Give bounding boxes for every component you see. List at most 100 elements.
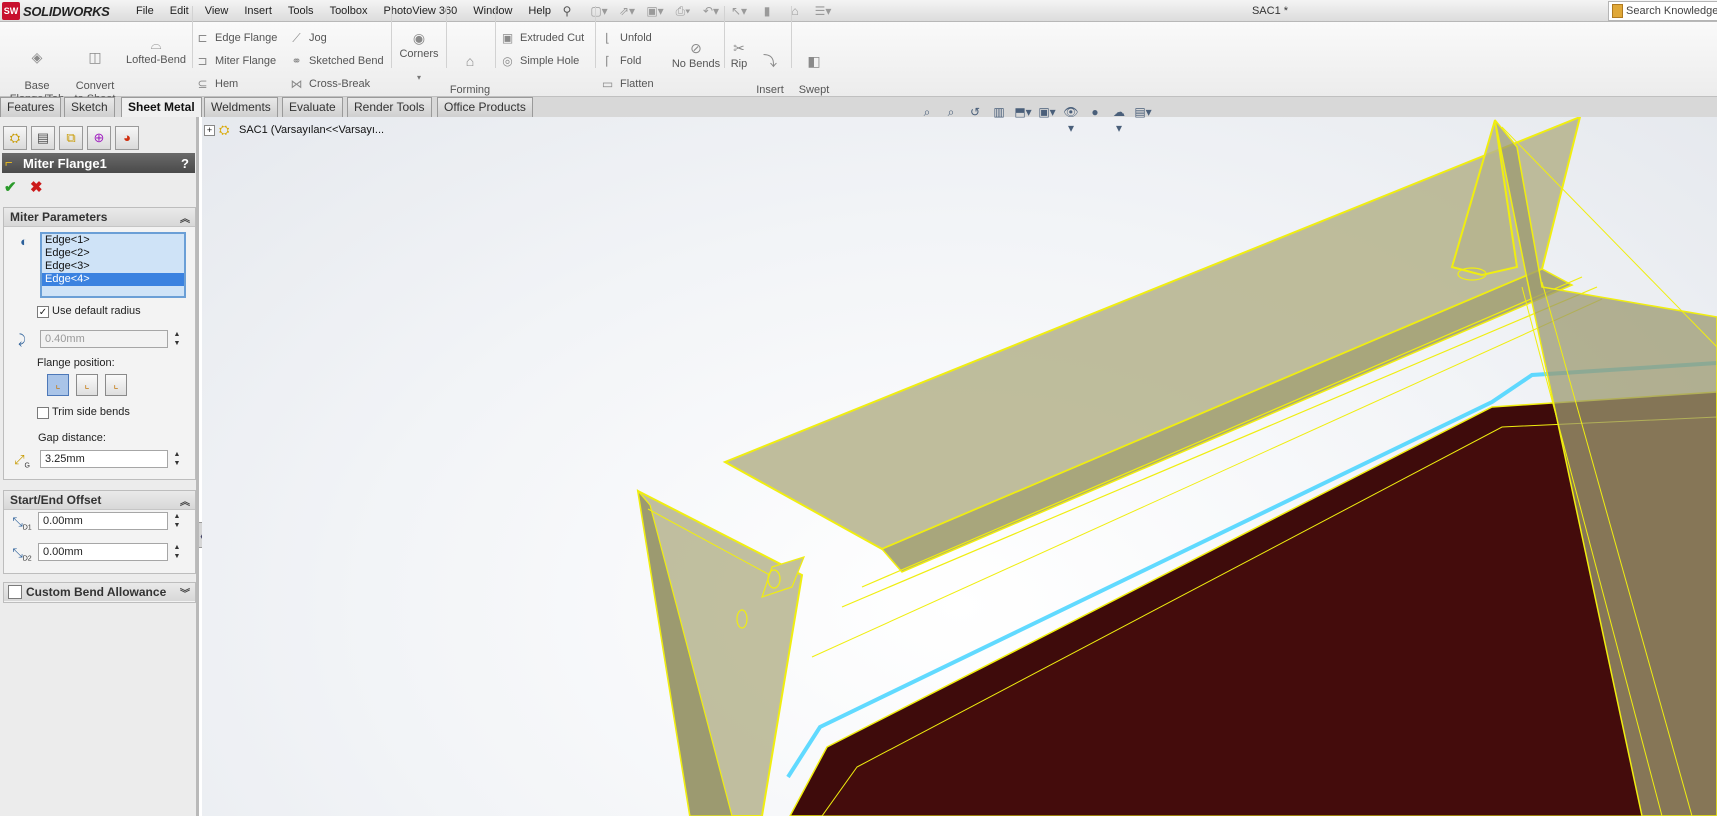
section-view-icon[interactable]: ▥ (990, 104, 1008, 120)
part-name-label[interactable]: SAC1 (Varsayılan<<Varsayı... (239, 124, 384, 136)
base-flange-button[interactable]: ◈ Base Flange/Tab (4, 36, 70, 106)
display-manager-icon[interactable]: ◕ (115, 126, 139, 150)
select-icon[interactable]: ↖▾ (728, 3, 750, 19)
jog-button[interactable]: ⟋ Jog (289, 28, 327, 48)
graphics-viewport[interactable] (202, 117, 1717, 816)
fold-button[interactable]: ⌈ Fold (600, 51, 641, 71)
apply-scene-icon[interactable]: ☁▾ (1110, 104, 1128, 135)
gap-distance-icon: ⤢G (14, 452, 30, 470)
flyout-feature-tree[interactable]: + ⛭ SAC1 (Varsayılan<<Varsayı... (204, 123, 384, 137)
collapse-chevron-icon[interactable]: ︽ (180, 210, 190, 225)
tab-render-tools[interactable]: Render Tools (347, 97, 432, 117)
list-item[interactable]: Edge<1> (42, 234, 184, 247)
tab-features[interactable]: Features (0, 97, 62, 117)
miter-parameters-header[interactable]: Miter Parameters ︽ (4, 208, 195, 227)
expand-tree-icon[interactable]: + (204, 124, 215, 136)
pin-icon[interactable]: ⚲ (560, 4, 574, 18)
extruded-cut-button[interactable]: ▣ Extruded Cut (500, 28, 584, 48)
tab-sheet-metal[interactable]: Sheet Metal (121, 97, 202, 117)
file-properties-icon[interactable]: ⌂ (784, 3, 806, 19)
sheet-metal-model[interactable] (202, 117, 1717, 816)
edit-appearance-icon[interactable]: ● (1086, 104, 1104, 120)
new-document-icon[interactable]: ▢▾ (588, 3, 610, 19)
search-box[interactable]: Search Knowledge (1608, 1, 1717, 21)
tab-weldments[interactable]: Weldments (204, 97, 278, 117)
custom-bend-allowance-checkbox[interactable] (8, 585, 22, 599)
rebuild-icon[interactable]: ▮ (756, 3, 778, 19)
trim-side-bends-checkbox[interactable] (37, 407, 49, 419)
configuration-manager-icon[interactable]: ⧉ (59, 126, 83, 150)
start-offset-spinner[interactable]: ▲ ▼ (172, 512, 182, 530)
material-inside-button[interactable]: ⌞ (47, 374, 69, 396)
ok-button[interactable]: ✔ (4, 180, 20, 196)
jog-label: Jog (309, 32, 327, 44)
dimxpert-icon[interactable]: ⊕ (87, 126, 111, 150)
left-miter-flange[interactable] (636, 489, 804, 816)
tab-office-products[interactable]: Office Products (437, 97, 533, 117)
cancel-button[interactable]: ✖ (30, 180, 46, 196)
tab-sketch[interactable]: Sketch (64, 97, 115, 117)
end-offset-spinner[interactable]: ▲ ▼ (172, 543, 182, 561)
end-offset-field[interactable]: 0.00mm (38, 543, 168, 561)
open-icon[interactable]: ⇗▾ (616, 3, 638, 19)
gap-distance-spinner[interactable]: ▲ ▼ (172, 450, 182, 468)
rip-button[interactable]: ✂ Rip (726, 40, 752, 71)
list-item[interactable]: Edge<2> (42, 247, 184, 260)
miter-flange-button[interactable]: ⊐ Miter Flange (195, 51, 276, 71)
start-end-offset-header[interactable]: Start/End Offset ︽ (4, 491, 195, 510)
display-style-icon[interactable]: ▣▾ (1038, 104, 1056, 120)
collapse-chevron-icon[interactable]: ︽ (180, 493, 190, 508)
menu-view[interactable]: View (197, 0, 237, 22)
flatten-button[interactable]: ▭ Flatten (600, 74, 654, 94)
menu-insert[interactable]: Insert (236, 0, 280, 22)
help-button[interactable]: ? (181, 156, 189, 171)
menu-tools[interactable]: Tools (280, 0, 322, 22)
custom-bend-allowance-header[interactable]: Custom Bend Allowance ︾ (4, 583, 195, 601)
bend-radius-spinner[interactable]: ▲ ▼ (172, 330, 182, 348)
no-bends-button[interactable]: ⊘ No Bends (670, 40, 722, 71)
save-icon[interactable]: ▣▾ (644, 3, 666, 19)
material-outside-button[interactable]: ⌞ (76, 374, 98, 396)
corners-button[interactable]: ◉ Corners ▾ (396, 30, 442, 84)
cross-break-button[interactable]: ⋈ Cross-Break (289, 74, 371, 94)
bend-radius-field[interactable]: 0.40mm (40, 330, 168, 348)
undo-icon[interactable]: ↶▾ (700, 3, 722, 19)
hem-button[interactable]: ⊆ Hem (195, 74, 238, 94)
edge-flange-button[interactable]: ⊏ Edge Flange (195, 28, 277, 48)
use-default-radius-checkbox[interactable]: ✓ (37, 306, 49, 318)
menu-photoview[interactable]: PhotoView 360 (375, 0, 465, 22)
gap-distance-field[interactable]: 3.25mm (40, 450, 168, 468)
hem-label: Hem (215, 78, 239, 90)
solidworks-logo[interactable]: SW SOLIDWORKS (0, 0, 122, 22)
view-settings-icon[interactable]: ▤▾ (1134, 104, 1152, 120)
zoom-to-fit-icon[interactable]: ⌕ (918, 104, 936, 120)
bend-outside-button[interactable]: ⌞ (105, 374, 127, 396)
simple-hole-button[interactable]: ◎ Simple Hole (500, 51, 579, 71)
menu-help[interactable]: Help (520, 0, 559, 22)
print-icon[interactable]: ⎙▾ (672, 3, 694, 19)
menu-toolbox[interactable]: Toolbox (322, 0, 376, 22)
list-item-selected[interactable]: Edge<4> (42, 273, 184, 286)
hide-show-items-icon[interactable]: 👁▾ (1062, 104, 1080, 135)
feature-tree-icon[interactable]: ⛭ (3, 126, 27, 150)
start-offset-field[interactable]: 0.00mm (38, 512, 168, 530)
sketched-bend-button[interactable]: ⚭ Sketched Bend (289, 51, 383, 71)
property-manager-icon[interactable]: ▤ (31, 126, 55, 150)
corners-dropdown-icon[interactable]: ▾ (396, 71, 442, 84)
property-manager-title: Miter Flange1 (23, 155, 107, 171)
lofted-bend-button[interactable]: ⌓ Lofted-Bend (122, 36, 190, 67)
use-default-radius-label: Use default radius (52, 305, 141, 317)
previous-view-icon[interactable]: ↺ (966, 104, 984, 120)
view-orientation-icon[interactable]: ⬒▾ (1014, 104, 1032, 120)
unfold-button[interactable]: ⌊ Unfold (600, 28, 652, 48)
search-input[interactable]: Search Knowledge (1626, 5, 1717, 17)
tab-evaluate[interactable]: Evaluate (282, 97, 343, 117)
zoom-to-area-icon[interactable]: ⌕ (942, 104, 960, 120)
simple-hole-icon: ◎ (502, 54, 513, 68)
options-icon[interactable]: ☰▾ (812, 3, 834, 19)
expand-chevron-icon[interactable]: ︾ (180, 585, 190, 600)
edge-selection-list[interactable]: Edge<1> Edge<2> Edge<3> Edge<4> (40, 232, 186, 298)
menu-window[interactable]: Window (465, 0, 520, 22)
list-item[interactable]: Edge<3> (42, 260, 184, 273)
menu-file[interactable]: File (128, 0, 162, 22)
